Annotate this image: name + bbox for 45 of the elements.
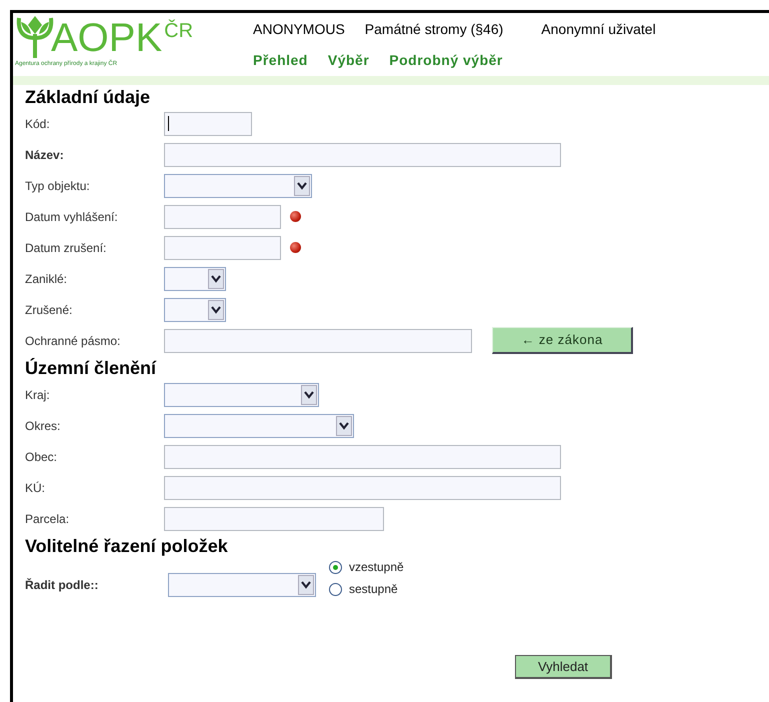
section-heading: Základní údaje	[25, 86, 152, 108]
field-label: Okres:	[25, 418, 62, 434]
input-field[interactable]	[164, 476, 561, 500]
nav-link[interactable]: Přehled	[253, 50, 308, 71]
field-label: Řadit podle::	[25, 577, 100, 594]
field-label: Datum vyhlášení:	[25, 208, 119, 226]
logo-superscript: ČR	[164, 18, 194, 44]
radio-label: sestupně	[349, 581, 398, 598]
section-heading: Volitelné řazení položek	[25, 535, 229, 557]
section-heading: Územní členění	[25, 357, 158, 379]
user-name: ANONYMOUS	[253, 20, 345, 39]
field-label: Datum zrušení:	[25, 240, 108, 256]
dropdown[interactable]	[168, 573, 316, 597]
input-field[interactable]	[164, 506, 384, 530]
module-title: Památné stromy (§46)	[364, 20, 504, 39]
dropdown[interactable]	[164, 414, 354, 438]
radio-button[interactable]	[329, 582, 342, 596]
field-label: Kód:	[25, 116, 51, 132]
default-zone-button[interactable]: ← ze zákona	[492, 327, 633, 354]
dropdown[interactable]	[164, 266, 226, 290]
input-field[interactable]	[164, 444, 561, 468]
field-label: Zaniklé:	[25, 270, 68, 288]
field-label: Typ objektu:	[25, 178, 91, 194]
field-label: KÚ:	[25, 480, 46, 496]
radio-label: vzestupně	[349, 559, 404, 576]
input-field[interactable]	[164, 142, 561, 166]
dropdown[interactable]	[164, 174, 312, 198]
field-label: Zrušené:	[25, 302, 74, 318]
dropdown[interactable]	[164, 298, 226, 322]
account-label: Anonymní uživatel	[541, 20, 656, 39]
nav-link[interactable]: Výběr	[328, 50, 370, 71]
field-label: Kraj:	[25, 386, 51, 404]
search-button[interactable]: Vyhledat	[515, 655, 612, 680]
dropdown[interactable]	[164, 382, 319, 406]
radio-button[interactable]	[329, 560, 342, 574]
date-field[interactable]	[164, 204, 281, 228]
nav-link[interactable]: Podrobný výběr	[389, 50, 503, 71]
input-field[interactable]	[164, 112, 252, 136]
field-label: Parcela:	[25, 510, 70, 528]
input-field[interactable]	[164, 328, 472, 352]
field-label: Obec:	[25, 448, 58, 466]
field-label: Název:	[25, 146, 65, 164]
date-field[interactable]	[164, 236, 281, 260]
field-label: Ochranné pásmo:	[25, 332, 122, 350]
logo-text: AOPK	[51, 18, 162, 58]
